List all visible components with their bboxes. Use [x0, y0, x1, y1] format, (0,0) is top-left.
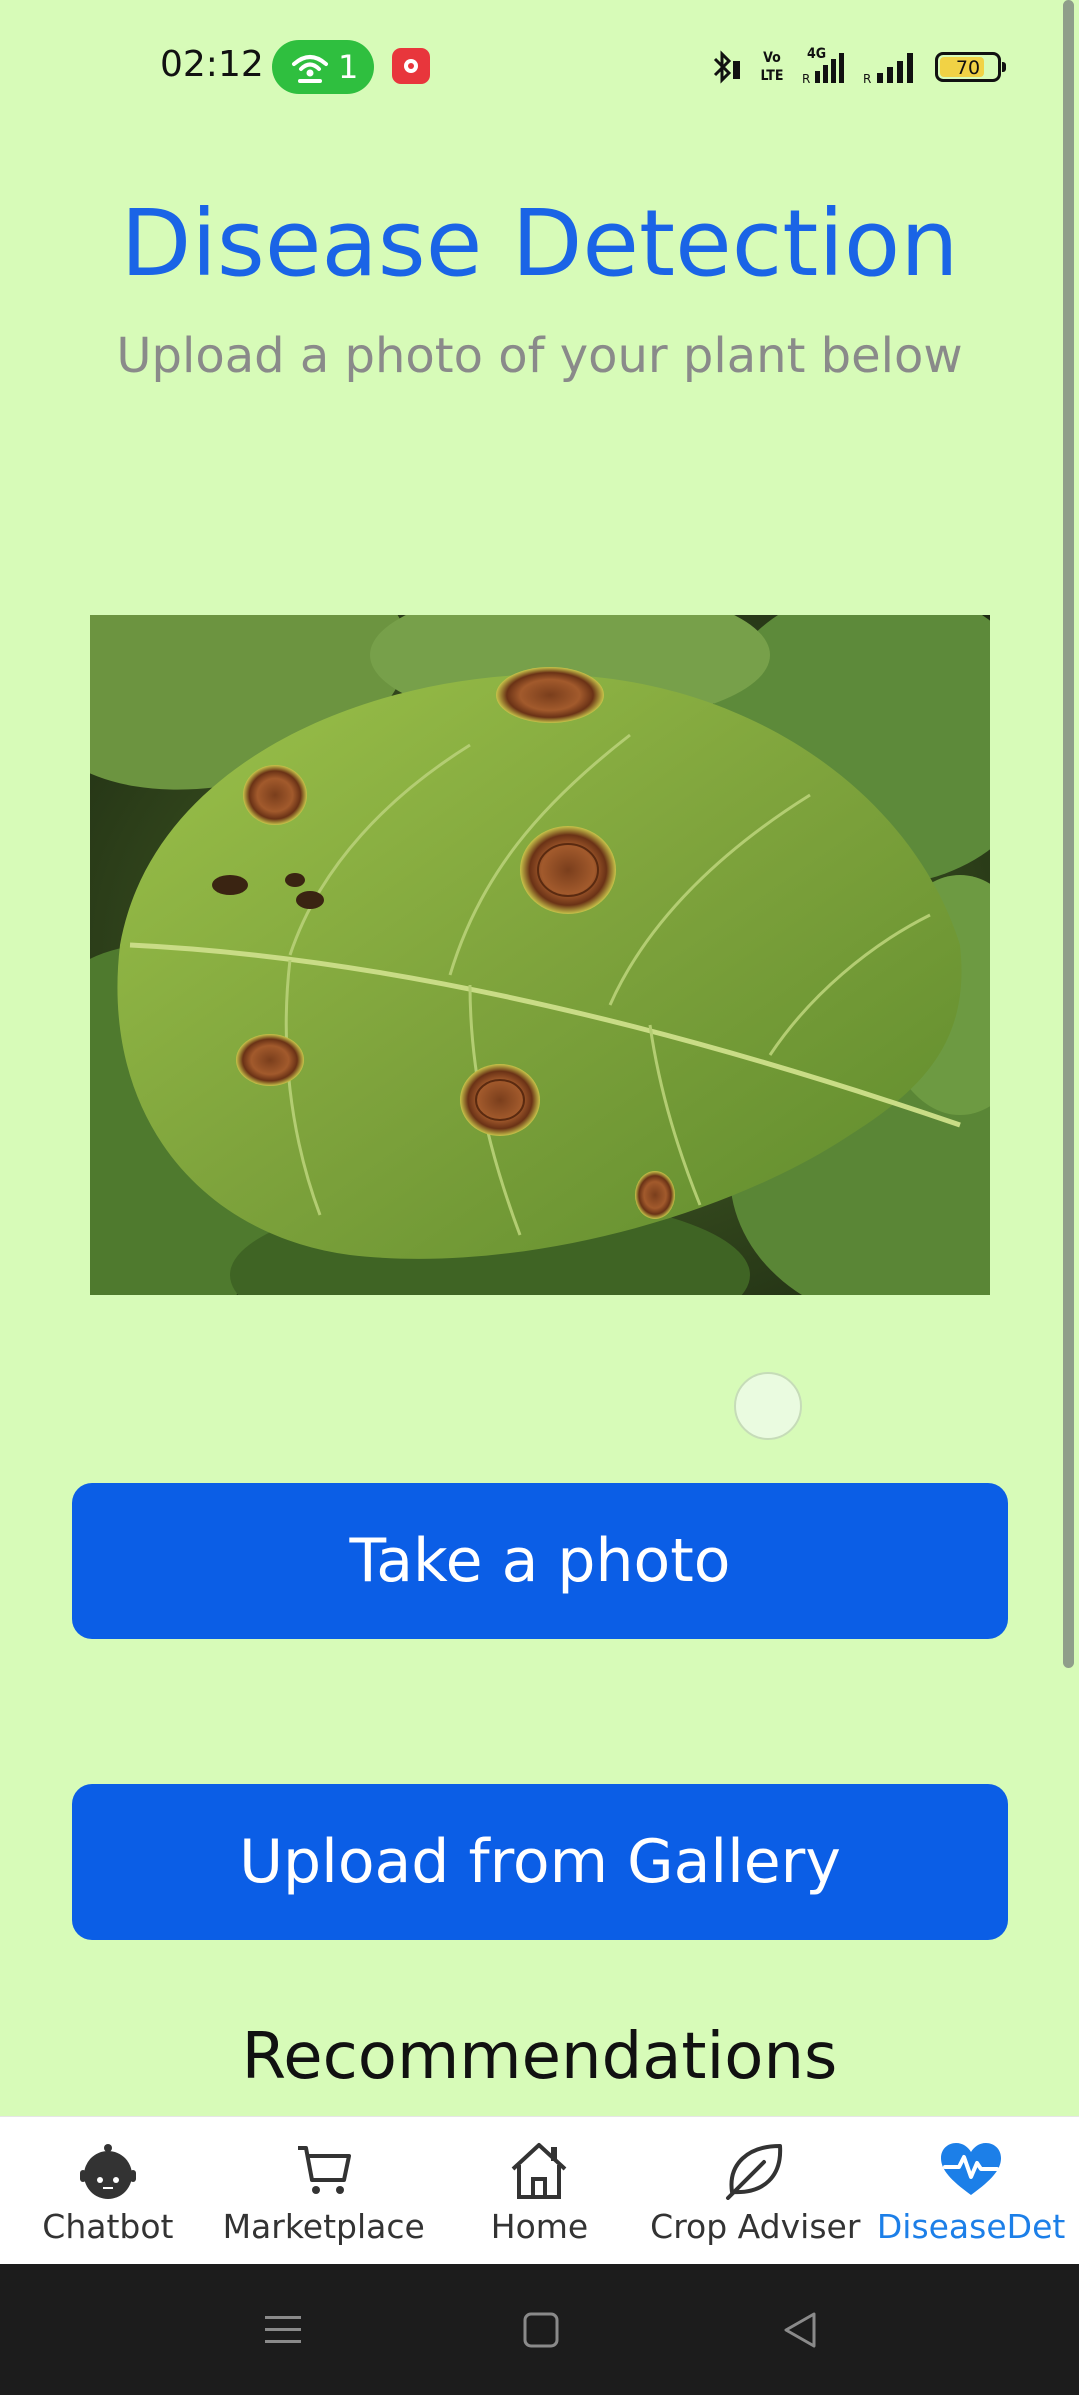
- home-icon: [507, 2135, 571, 2205]
- touch-ripple: [734, 1372, 802, 1440]
- battery-level: 70: [955, 57, 981, 79]
- nav-label-marketplace: Marketplace: [222, 2207, 425, 2246]
- nav-label-crop-adviser: Crop Adviser: [650, 2207, 861, 2246]
- plant-photo: [90, 615, 990, 1295]
- signal-bars-2-icon: R: [863, 53, 913, 85]
- bottom-nav: Chatbot Marketplace Home Crop Adviser Di…: [0, 2116, 1079, 2264]
- nav-item-chatbot[interactable]: Chatbot: [0, 2117, 216, 2264]
- system-nav-bar: [0, 2264, 1079, 2395]
- status-bar: 02:12 1 Vo LTE 4G R R 70: [0, 0, 1079, 135]
- signal-bars-icon: R: [802, 53, 844, 85]
- disease-detection-screen: 02:12 1 Vo LTE 4G R R 70 Disease Detecti…: [0, 0, 1079, 2395]
- nav-item-home[interactable]: Home: [432, 2117, 648, 2264]
- cart-icon: [294, 2135, 354, 2205]
- home-square-icon[interactable]: [511, 2300, 571, 2360]
- nav-label-chatbot: Chatbot: [42, 2207, 174, 2246]
- svg-text:R: R: [863, 72, 871, 85]
- page-title: Disease Detection: [120, 190, 959, 297]
- svg-text:R: R: [802, 72, 810, 85]
- heart-pulse-icon: [939, 2135, 1003, 2205]
- status-icons: Vo LTE 4G R R 70: [709, 40, 1006, 94]
- robot-icon: [78, 2135, 138, 2205]
- take-photo-button[interactable]: Take a photo: [72, 1483, 1008, 1639]
- leaf-icon: [724, 2135, 786, 2205]
- battery-indicator: 70: [935, 52, 1006, 82]
- status-time: 02:12: [160, 44, 264, 85]
- screen-record-icon: [392, 48, 430, 84]
- upload-gallery-button[interactable]: Upload from Gallery: [72, 1784, 1008, 1940]
- mobile-signal-1: 4G R: [801, 46, 851, 85]
- bluetooth-icon: [713, 50, 740, 84]
- nav-item-crop-adviser[interactable]: Crop Adviser: [647, 2117, 863, 2264]
- nav-label-home: Home: [490, 2207, 589, 2246]
- page-subtitle: Upload a photo of your plant below: [116, 328, 963, 384]
- nav-label-disease-det: DiseaseDet: [876, 2207, 1066, 2246]
- hotspot-icon: [292, 55, 328, 83]
- back-triangle-icon[interactable]: [770, 2300, 830, 2360]
- nav-item-marketplace[interactable]: Marketplace: [216, 2117, 432, 2264]
- menu-icon[interactable]: [253, 2300, 313, 2360]
- nav-item-disease-det[interactable]: DiseaseDet: [863, 2117, 1079, 2264]
- recommendations-heading: Recommendations: [241, 2020, 838, 2094]
- hotspot-count: 1: [338, 48, 359, 86]
- hotspot-indicator: 1: [272, 40, 374, 94]
- volte-label: Vo LTE: [760, 50, 784, 84]
